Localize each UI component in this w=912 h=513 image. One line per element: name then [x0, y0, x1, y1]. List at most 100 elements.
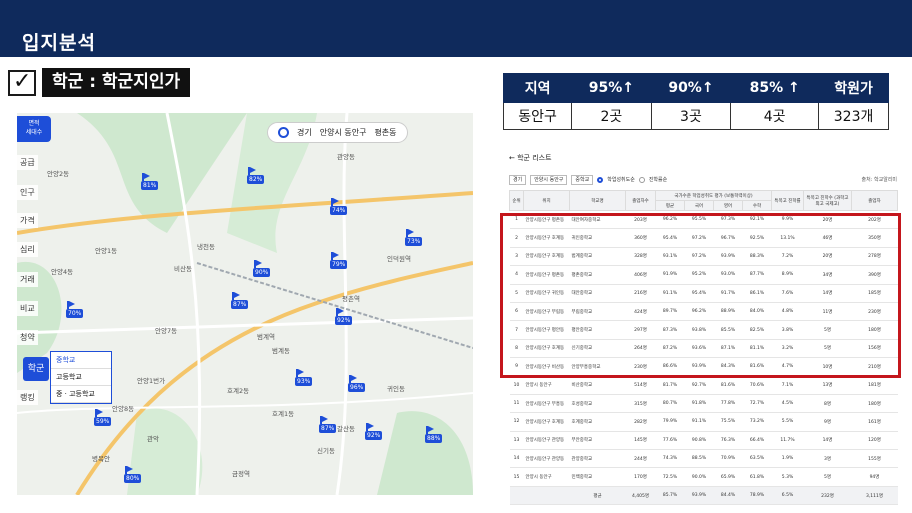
map-label: 안양1번가: [137, 377, 166, 385]
table-cell: 88.5%: [684, 449, 714, 469]
menu-price[interactable]: 가격: [17, 213, 38, 228]
table-cell: 145명: [625, 431, 656, 451]
col-avg: 평균: [655, 200, 685, 211]
section-title: 학군 : 학군지인가: [42, 68, 191, 97]
table-cell: 72.7%: [742, 394, 772, 414]
summary-header-95: 95%↑: [571, 73, 652, 103]
summary-header-academy: 학원가: [818, 73, 889, 103]
map-label: 관양동: [337, 153, 355, 161]
table-cell: 161명: [851, 412, 898, 432]
summary-header-90: 90%↑: [650, 73, 732, 103]
slide: 입지분석 ✓ 학군 : 학군지인가 지역 95%↑ 90%↑ 85% ↑ 학원가…: [0, 0, 912, 513]
radio-admission[interactable]: [638, 176, 645, 183]
district-select[interactable]: 안양시 동안구: [530, 174, 568, 185]
table-cell: 안양시동안구 관양동: [523, 431, 570, 451]
menu-supply[interactable]: 공급: [17, 155, 38, 170]
map-label: 호계2동: [227, 387, 250, 395]
school-pin[interactable]: 74%: [330, 198, 348, 215]
chip-dong[interactable]: 평촌동: [374, 127, 396, 138]
col-math: 수학: [742, 200, 772, 211]
menu-school[interactable]: 학군: [23, 357, 49, 381]
area-toggle[interactable]: 면적 세대수: [17, 116, 51, 142]
location-chip[interactable]: 경기 안양시 동안구 평촌동: [267, 122, 408, 143]
map-label: 범계역: [257, 333, 275, 341]
table-cell: 13: [509, 431, 524, 451]
option-middle-high[interactable]: 중 · 고등학교: [51, 386, 111, 403]
table-cell: 90.0%: [684, 467, 714, 487]
option-middle[interactable]: 중학교: [51, 352, 111, 369]
region-select[interactable]: 경기: [509, 174, 527, 185]
col-admission-count: 특목고 진학수 (과학고 외고 국제고): [803, 190, 852, 211]
map-label: 냉천동: [197, 243, 215, 251]
chip-district[interactable]: 안양시 동안구: [320, 127, 367, 138]
table-cell: 70.6%: [742, 376, 772, 395]
school-pin[interactable]: 59%: [94, 409, 112, 426]
school-pin[interactable]: 80%: [124, 466, 142, 483]
chip-province[interactable]: 경기: [297, 127, 312, 138]
school-map[interactable]: 면적 세대수 경기 안양시 동안구 평촌동 공급 인구 가격 심리 거래 비교 청…: [17, 113, 473, 495]
table-cell: 244명: [625, 449, 656, 469]
summary-cell-academy: 323개: [818, 102, 889, 130]
table-cell: 77.6%: [655, 431, 685, 451]
option-high[interactable]: 고등학교: [51, 369, 111, 386]
school-pin[interactable]: 96%: [348, 375, 366, 392]
menu-compare[interactable]: 비교: [17, 301, 38, 316]
source-note: 출처: 학교알리미: [861, 177, 897, 183]
school-pin[interactable]: 73%: [405, 229, 423, 246]
map-label: 호계1동: [272, 410, 295, 418]
table-cell: 92.7%: [684, 376, 714, 395]
menu-sentiment[interactable]: 심리: [17, 242, 38, 257]
table-cell: 9명: [803, 412, 852, 432]
school-pin[interactable]: 87%: [231, 292, 249, 309]
table-cell: 안양시 동안구: [523, 467, 570, 487]
school-pin[interactable]: 93%: [295, 369, 313, 386]
school-pin[interactable]: 70%: [66, 301, 84, 318]
school-pin[interactable]: 92%: [335, 308, 353, 325]
table-cell: 75.5%: [713, 412, 743, 432]
school-pin[interactable]: 79%: [330, 252, 348, 269]
school-pin[interactable]: 87%: [319, 416, 337, 433]
menu-transaction[interactable]: 거래: [17, 272, 38, 287]
table-row[interactable]: 15 안양시 동안구 민백중학교 170명 72.5% 90.0% 65.9% 61.8% 5.…: [509, 467, 898, 487]
table-cell: 514명: [625, 376, 656, 395]
table-cell: 5.5%: [771, 412, 804, 432]
table-cell: 5.3%: [771, 467, 804, 487]
map-label: 안양2동: [47, 170, 70, 178]
table-cell: 민백중학교: [569, 467, 626, 487]
menu-population[interactable]: 인구: [17, 185, 38, 200]
table-cell: 81.7%: [655, 376, 685, 395]
radio-achievement[interactable]: [597, 176, 604, 183]
school-pin[interactable]: 92%: [365, 423, 383, 440]
table-cell: 10: [509, 376, 524, 395]
table-cell: 15: [509, 467, 524, 487]
table-cell: 94명: [851, 467, 898, 487]
map-label: 안양4동: [51, 268, 74, 276]
table-cell: 72.5%: [655, 467, 685, 487]
total-cell: 평균: [569, 486, 626, 506]
school-list-title[interactable]: ← 학군 리스트: [509, 153, 552, 163]
table-cell: 315명: [625, 394, 656, 414]
table-cell: 12: [509, 412, 524, 432]
level-select[interactable]: 중학교: [571, 174, 594, 185]
table-cell: 부안중학교: [569, 431, 626, 451]
menu-ranking[interactable]: 랭킹: [17, 390, 38, 405]
menu-subscription[interactable]: 청약: [17, 330, 38, 345]
table-cell: 61.8%: [742, 467, 772, 487]
map-label: 안양7동: [155, 327, 178, 335]
school-pin[interactable]: 88%: [425, 426, 443, 443]
table-row[interactable]: 10 안양시 동안구 비산중학교 514명 81.7% 92.7% 81.6% 70.6% 7.…: [509, 376, 898, 395]
table-cell: 비산중학교: [569, 376, 626, 395]
total-cell: 6.5%: [771, 486, 804, 506]
summary-header-region: 지역: [502, 73, 573, 103]
table-row[interactable]: 11 안양시동안구 부흥동 호성중학교 315명 80.7% 91.8% 77.8% 72.7…: [509, 394, 898, 414]
table-row[interactable]: 12 안양시동안구 호계동 호계중학교 282명 79.9% 91.1% 75.5% 73.2…: [509, 412, 898, 432]
table-row[interactable]: 14 안양시동안구 관양동 관양중학교 244명 74.3% 88.5% 70.9% 63.5…: [509, 449, 898, 469]
school-pin[interactable]: 82%: [247, 167, 265, 184]
table-cell: 안양시동안구 관양동: [523, 449, 570, 469]
total-cell: 78.9%: [742, 486, 772, 506]
table-row[interactable]: 13 안양시동안구 관양동 부안중학교 145명 77.6% 90.8% 76.3% 66.4…: [509, 431, 898, 451]
col-admission-rate: 특목고 진학률: [771, 190, 804, 211]
school-pin[interactable]: 90%: [253, 260, 271, 277]
map-label: 비산동: [174, 265, 192, 273]
school-pin[interactable]: 81%: [141, 173, 159, 190]
